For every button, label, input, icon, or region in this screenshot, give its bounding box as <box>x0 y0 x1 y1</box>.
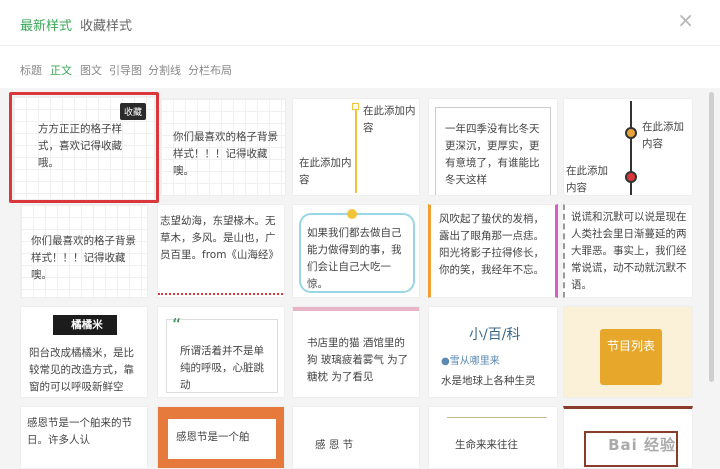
style-card-15[interactable]: 节目列表 <box>563 306 693 398</box>
card-text: 书店里的猫 酒馆里的狗 玻璃疲着雾气 为了糖枕 为了看见 <box>307 337 409 383</box>
style-card-4[interactable]: 一年四季没有比冬天更深沉，更厚实，更有意境了，有谁能比冬天这样 <box>428 98 558 196</box>
card-text: 阳台改成橘橘米，是比较常见的改造方式，靠窗的可以呼吸新鲜空气，是可以 <box>29 347 134 393</box>
card-text: 说谎和沉默可以说是现在人类社会里日渐蔓延的两大罪恶。事实上，我们经常说谎，动不动… <box>571 211 687 291</box>
quote-icon: “ <box>172 315 182 336</box>
card-text-top: 在此添加内容 <box>363 105 416 134</box>
scrollbar[interactable] <box>709 92 714 382</box>
selected-card-highlight <box>9 92 159 203</box>
timeline-dot <box>625 127 637 139</box>
style-card-6[interactable]: 你们最喜欢的格子背景样式！！！记得收藏噢。 <box>20 204 148 298</box>
subtab-image-text[interactable]: 图文 <box>80 62 102 78</box>
tab-favorite-styles[interactable]: 收藏样式 <box>80 15 132 34</box>
subtab-guide[interactable]: 引导图 <box>109 62 142 78</box>
card-title: 节目列表 <box>606 339 655 353</box>
style-card-8[interactable]: 如果我们都去做自己能力做得到的事，我们会让自己大吃一惊。 <box>292 204 420 298</box>
style-card-3[interactable]: 在此添加内容 在此添加内容 <box>292 98 420 196</box>
card-text-bottom: 在此添加内容 <box>299 157 352 186</box>
style-card-7[interactable]: 志望幼海，东望椽木。无草木，多风。是山也，广员百里。from《山海经》 <box>157 204 285 298</box>
card-title: 橘橘米 <box>71 319 103 331</box>
style-card-5[interactable]: 在此添加内容 在此添加内容 <box>563 98 693 196</box>
subtab-columns[interactable]: 分栏布局 <box>188 62 232 78</box>
card-text: 你们最喜欢的格子背景样式！！！记得收藏噢。 <box>31 235 136 281</box>
style-card-16[interactable]: 感恩节是一个舶来的节日。许多人认 <box>20 406 148 469</box>
top-strip <box>293 307 419 311</box>
style-card-19[interactable]: 生命来来往往 <box>428 406 558 469</box>
card-text: 风吹起了蛰伏的发梢，露出了眼角那一点痣。阳光将影子拉得修长，你的笑，我经年不忘。 <box>439 213 544 276</box>
card-text: 感恩节是一个舶来的节日。许多人认 <box>27 417 132 446</box>
card-text: 生命来来往往 <box>455 439 518 451</box>
style-card-2[interactable]: 你们最喜欢的格子背景样式！！！记得收藏噢。 <box>160 98 286 196</box>
subtab-body[interactable]: 正文 <box>50 62 72 78</box>
close-icon[interactable]: × <box>677 10 694 30</box>
category-tabs: 标题 正文 图文 引导图 分割线 分栏布局 <box>0 46 720 90</box>
dialog-header: 最新样式 收藏样式 × <box>0 0 720 46</box>
card-text: 志望幼海，东望椽木。无草木，多风。是山也，广员百里。from《山海经》 <box>160 215 279 261</box>
timeline-line <box>355 105 357 193</box>
watermark: Bai 经验 <box>608 436 676 454</box>
card-subtitle: ●雪从哪里来 <box>441 356 500 367</box>
sun-dot <box>347 209 357 219</box>
style-card-14[interactable]: 小/百/科 ●雪从哪里来 水是地球上各种生灵 <box>428 306 558 398</box>
style-card-9[interactable]: 风吹起了蛰伏的发梢，露出了眼角那一点痣。阳光将影子拉得修长，你的笑，我经年不忘。 <box>428 204 558 298</box>
card-text: 一年四季没有比冬天更深沉，更厚实，更有意境了，有谁能比冬天这样 <box>445 123 540 186</box>
style-card-10[interactable]: 说谎和沉默可以说是现在人类社会里日渐蔓延的两大罪恶。事实上，我们经常说谎，动不动… <box>563 204 693 298</box>
style-card-17[interactable]: 感恩节是一个舶 <box>157 406 285 469</box>
decor-line <box>447 417 547 418</box>
subtab-divider[interactable]: 分割线 <box>148 62 181 78</box>
card-title: 小/百/科 <box>469 327 521 343</box>
dotted-divider <box>158 293 284 297</box>
card-text: 所谓活着并不是单纯的呼吸，心脏跳动 <box>180 345 264 391</box>
card-text: 感恩节是一个舶 <box>176 431 250 443</box>
tab-latest-styles[interactable]: 最新样式 <box>20 15 72 34</box>
card-text: 感 恩 节 <box>315 439 354 451</box>
card-text-top: 在此添加内容 <box>642 121 684 150</box>
style-card-13[interactable]: 书店里的猫 酒馆里的狗 玻璃疲着雾气 为了糖枕 为了看见 <box>292 306 420 398</box>
timeline-dot <box>625 171 637 183</box>
card-text: 如果我们都去做自己能力做得到的事，我们会让自己大吃一惊。 <box>307 227 402 290</box>
card-text: 水是地球上各种生灵 <box>441 375 536 387</box>
subtab-title[interactable]: 标题 <box>20 62 42 78</box>
style-card-12[interactable]: “ 所谓活着并不是单纯的呼吸，心脏跳动 <box>157 306 285 398</box>
card-text-bottom: 在此添加内容 <box>566 165 608 194</box>
card-text: 你们最喜欢的格子背景样式！！！记得收藏噢。 <box>173 131 278 177</box>
style-card-11[interactable]: 橘橘米 阳台改成橘橘米，是比较常见的改造方式，靠窗的可以呼吸新鲜空气，是可以 <box>20 306 148 398</box>
timeline-node <box>352 103 359 110</box>
style-card-18[interactable]: 感 恩 节 <box>292 406 420 469</box>
